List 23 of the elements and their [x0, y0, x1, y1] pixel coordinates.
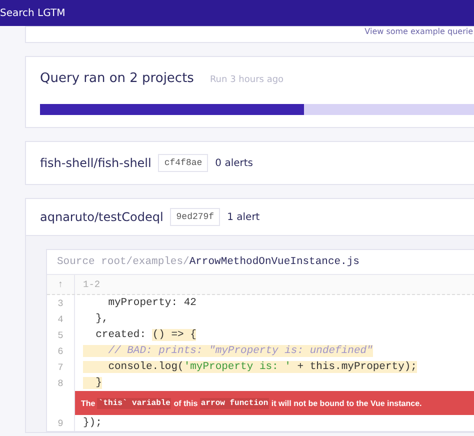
alert-message: The `this` variable of this arrow function it will not be bound to the Vue instance. — [75, 391, 474, 415]
line-number: 6 — [47, 343, 75, 359]
line-number: 5 — [47, 327, 75, 343]
line-number: 9 — [47, 415, 75, 431]
alert-count[interactable]: 0 alerts — [215, 158, 254, 168]
code-line: console.log('myProperty is: ' + this.myProperty); — [75, 361, 417, 373]
header-title[interactable]: Search LGTM — [0, 8, 66, 18]
alert-count[interactable]: 1 alert — [227, 212, 260, 222]
summary-title: Query ran on 2 projects — [40, 71, 194, 86]
code-line: created: () => { — [94, 329, 196, 341]
code-line: myProperty: 42 — [107, 297, 196, 309]
project-name[interactable]: fish-shell/fish-shell — [40, 156, 152, 170]
line-number: 8 — [47, 375, 75, 391]
line-number: 7 — [47, 359, 75, 375]
examples-link[interactable]: View some example querie — [364, 27, 473, 36]
commit-hash[interactable]: 9ed279f — [170, 208, 220, 226]
code-line: }); — [82, 417, 102, 429]
code-line: }, — [94, 313, 108, 325]
line-number: 3 — [47, 295, 75, 311]
run-time: Run 3 hours ago — [210, 75, 284, 85]
project-name[interactable]: aqnaruto/testCodeql — [40, 210, 164, 224]
line-number: 4 — [47, 311, 75, 327]
commit-hash[interactable]: cf4f8ae — [158, 154, 208, 172]
